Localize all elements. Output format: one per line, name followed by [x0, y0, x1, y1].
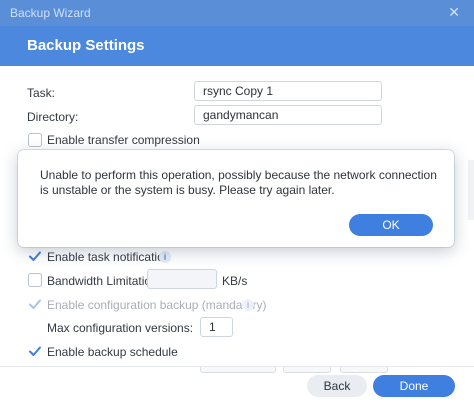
- backup-schedule-checkbox[interactable]: [28, 344, 42, 358]
- max-versions-label: Max configuration versions:: [47, 321, 194, 335]
- window-title: Backup Wizard: [10, 6, 91, 20]
- ok-button[interactable]: OK: [349, 214, 433, 236]
- page-title: Backup Settings: [27, 37, 145, 54]
- back-button[interactable]: Back: [307, 375, 367, 397]
- done-button[interactable]: Done: [373, 375, 455, 397]
- bandwidth-limitation-checkbox[interactable]: [28, 273, 42, 287]
- check-icon: [29, 251, 41, 261]
- info-icon[interactable]: i: [159, 251, 171, 263]
- check-icon: [29, 299, 41, 309]
- wizard-header: Backup Settings: [0, 26, 474, 66]
- backup-wizard-window: Backup Wizard ✕ Backup Settings Task: Di…: [0, 0, 474, 405]
- wizard-footer: Back Done: [0, 366, 474, 405]
- task-notification-label: Enable task notification: [47, 250, 171, 264]
- error-message: Unable to perform this operation, possib…: [40, 168, 437, 197]
- transfer-compression-label: Enable transfer compression: [47, 133, 200, 147]
- schedule-field-partial[interactable]: [340, 367, 388, 373]
- check-icon: [29, 346, 41, 356]
- scrollbar-track[interactable]: [468, 160, 474, 220]
- info-icon: i: [242, 299, 254, 311]
- error-dialog: Unable to perform this operation, possib…: [18, 150, 454, 247]
- schedule-field-partial[interactable]: [283, 367, 331, 373]
- task-label: Task:: [27, 86, 56, 100]
- bandwidth-unit: KB/s: [222, 274, 248, 288]
- titlebar: Backup Wizard ✕: [0, 0, 474, 26]
- schedule-field-partial[interactable]: [200, 367, 276, 373]
- config-backup-checkbox: [28, 297, 42, 311]
- bandwidth-input[interactable]: [147, 269, 217, 289]
- config-backup-label: Enable configuration backup (mandatory): [47, 298, 267, 312]
- bandwidth-limitation-label: Bandwidth Limitation: [47, 274, 158, 288]
- backup-schedule-label: Enable backup schedule: [47, 345, 178, 359]
- transfer-compression-checkbox[interactable]: [28, 133, 42, 147]
- max-versions-input[interactable]: [200, 317, 233, 337]
- directory-input[interactable]: [194, 105, 382, 125]
- close-icon[interactable]: ✕: [448, 4, 460, 21]
- task-notification-checkbox[interactable]: [28, 249, 42, 263]
- task-name-input[interactable]: [194, 81, 382, 101]
- directory-label: Directory:: [27, 110, 79, 124]
